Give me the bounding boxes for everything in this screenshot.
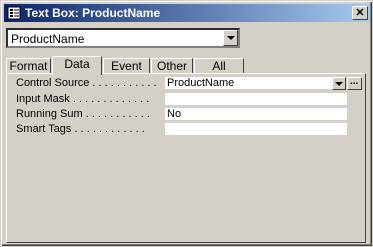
property-label: Running Sum . . . . . . . . . . . (16, 108, 150, 120)
tab-data[interactable]: Data (52, 56, 102, 75)
builder-button[interactable]: ... (347, 76, 362, 90)
tab-all-label: All (212, 59, 226, 73)
object-selector-combo[interactable]: ProductName (6, 28, 240, 48)
tab-format[interactable]: Format (6, 58, 51, 74)
chevron-down-icon (227, 36, 235, 40)
tab-other[interactable]: Other (151, 58, 193, 74)
tab-data-label: Data (64, 57, 90, 71)
close-icon: ✕ (355, 7, 365, 19)
tab-format-label: Format (9, 59, 48, 73)
property-sheet-window: Text Box: ProductName ✕ ProductName Form… (0, 0, 373, 247)
object-selector-value: ProductName (11, 32, 85, 46)
input-mask-field[interactable] (165, 93, 347, 106)
title-bar[interactable]: Text Box: ProductName ✕ (4, 4, 370, 22)
window-title: Text Box: ProductName (25, 6, 161, 20)
tab-event-label: Event (111, 59, 142, 73)
control-source-field[interactable]: ProductName (165, 77, 337, 90)
tab-all[interactable]: All (194, 58, 244, 74)
tab-strip: Format Data Event Other All (6, 56, 366, 75)
properties-window-icon (7, 6, 21, 20)
close-button[interactable]: ✕ (352, 6, 368, 20)
smart-tags-field[interactable] (165, 123, 347, 136)
tab-event[interactable]: Event (103, 58, 150, 74)
properties-panel: Control Source . . . . . . . . . . . Pro… (6, 73, 366, 243)
object-selector-dropdown-button[interactable] (223, 30, 238, 46)
property-label: Input Mask . . . . . . . . . . . . . (16, 93, 150, 105)
ellipsis-icon: ... (350, 76, 359, 87)
chevron-down-icon (335, 82, 343, 86)
property-label: Smart Tags . . . . . . . . . . . . (16, 123, 145, 135)
tab-other-label: Other (156, 59, 187, 73)
running-sum-field[interactable]: No (165, 108, 347, 121)
control-source-dropdown-button[interactable] (332, 77, 346, 90)
property-label: Control Source . . . . . . . . . . . (16, 77, 157, 89)
